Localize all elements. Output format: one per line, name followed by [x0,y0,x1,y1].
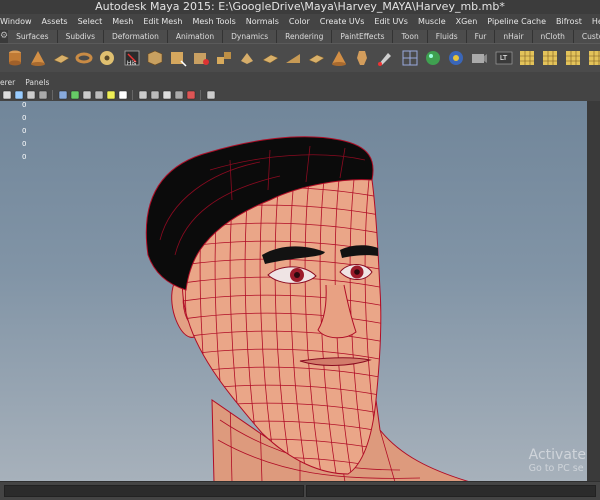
panel-menu-bar: erer Panels [0,77,600,88]
points-icon[interactable] [138,90,148,100]
globe-icon[interactable] [445,48,466,69]
paint-icon[interactable] [374,48,395,69]
tab-fluids[interactable]: Fluids [427,30,467,43]
activation-watermark: Activate Go to PC se [529,447,586,475]
tab-custom[interactable]: Custom [573,30,600,43]
command-line-bar [0,481,600,500]
menu-edit-uvs[interactable]: Edit UVs [369,14,413,29]
wedge-icon[interactable] [282,48,303,69]
vertical-scrollbar[interactable] [587,101,600,481]
tab-subdivs[interactable]: Subdivs [57,30,105,43]
blocks-icon[interactable] [213,48,234,69]
tab-dynamics[interactable]: Dynamics [223,30,278,43]
panel-toolbar [0,88,600,101]
texture-icon[interactable] [26,90,36,100]
menu-pipeline-cache[interactable]: Pipeline Cache [482,14,551,29]
window-title: Autodesk Maya 2015: E:\GoogleDrive\Maya\… [0,0,600,14]
menu-assets[interactable]: Assets [37,14,73,29]
tab-ncloth[interactable]: nCloth [532,30,574,43]
panel-menu-erer[interactable]: erer [0,77,15,88]
sphere-icon[interactable] [422,48,443,69]
tab-nhair[interactable]: nHair [495,30,533,43]
menu-create-uvs[interactable]: Create UVs [315,14,370,29]
menu-bifrost[interactable]: Bifrost [551,14,587,29]
menu-edit-mesh[interactable]: Edit Mesh [138,14,187,29]
toolbar-separator [200,89,204,100]
cube-icon[interactable] [144,48,165,69]
shaded-icon[interactable] [94,90,104,100]
smooth-icon[interactable] [70,90,80,100]
polygon-icon[interactable] [236,48,257,69]
grid-icon[interactable] [539,48,560,69]
tab-surfaces[interactable]: Surfaces [8,30,58,43]
light-icon[interactable] [106,90,116,100]
torus-icon[interactable] [73,48,94,69]
cone-icon[interactable] [27,48,48,69]
cylinder-icon[interactable] [4,48,25,69]
shelf-tabs: ⚙ Surfaces Subdivs Deformation Animation Dyn… [0,30,600,43]
tab-toon[interactable]: Toon [393,30,428,43]
plane-icon[interactable] [259,48,280,69]
watermark-line1: Activate [528,447,586,463]
isolate-icon[interactable] [186,90,196,100]
box-select-icon[interactable] [167,48,188,69]
head-model[interactable] [0,101,587,481]
light-icon[interactable] [118,90,128,100]
lt-label: LT [499,54,508,62]
watermark-line2: Go to PC se [528,463,584,474]
history-icon[interactable]: His [121,48,142,69]
menu-mesh-tools[interactable]: Mesh Tools [187,14,240,29]
plane-icon[interactable] [50,48,71,69]
menu-mesh[interactable]: Mesh [107,14,138,29]
grid-icon[interactable] [585,48,600,69]
grid-icon[interactable] [516,48,537,69]
wireframe-icon[interactable] [58,90,68,100]
tab-animation[interactable]: Animation [167,30,224,43]
tab-rendering[interactable]: Rendering [277,30,333,43]
camera-icon[interactable] [468,48,489,69]
menu-xgen[interactable]: XGen [451,14,483,29]
paint-cube-icon[interactable] [190,48,211,69]
hud-icon[interactable] [206,90,216,100]
3d-viewport[interactable]: 00000 [0,101,587,481]
command-input[interactable] [4,485,304,497]
grid-icon[interactable] [562,48,583,69]
vase-icon[interactable] [351,48,372,69]
main-menu-bar: Window Assets Select Mesh Edit Mesh Mesh Tool… [0,14,600,29]
menu-muscle[interactable]: Muscle [413,14,451,29]
panel-menu-panels[interactable]: Panels [25,77,49,88]
cone-icon[interactable] [328,48,349,69]
tab-fur[interactable]: Fur [466,30,496,43]
stereo-icon[interactable] [174,90,184,100]
tab-deformation[interactable]: Deformation [104,30,168,43]
bbox-icon[interactable] [82,90,92,100]
mesh-icon[interactable] [399,48,420,69]
camera-icon[interactable] [38,90,48,100]
xray-icon[interactable] [150,90,160,100]
menu-help[interactable]: Help [587,14,600,29]
menu-select[interactable]: Select [73,14,108,29]
menu-window[interactable]: Window [0,14,37,29]
shelf-toolbar: His LT [0,43,600,72]
menu-normals[interactable]: Normals [241,14,284,29]
toolbar-separator [52,89,56,100]
sphere-icon[interactable] [162,90,172,100]
wire-icon[interactable] [14,90,24,100]
history-label: His [126,59,137,67]
toolbar-separator [132,89,136,100]
command-output [306,485,596,497]
soccer-ball-icon[interactable] [96,48,117,69]
gear-icon[interactable]: ⚙ [0,30,9,43]
lt-icon[interactable]: LT [493,48,514,69]
grid-icon[interactable] [2,90,12,100]
plane-icon[interactable] [305,48,326,69]
tab-painteffects[interactable]: PaintEffects [332,30,394,43]
menu-color[interactable]: Color [284,14,315,29]
